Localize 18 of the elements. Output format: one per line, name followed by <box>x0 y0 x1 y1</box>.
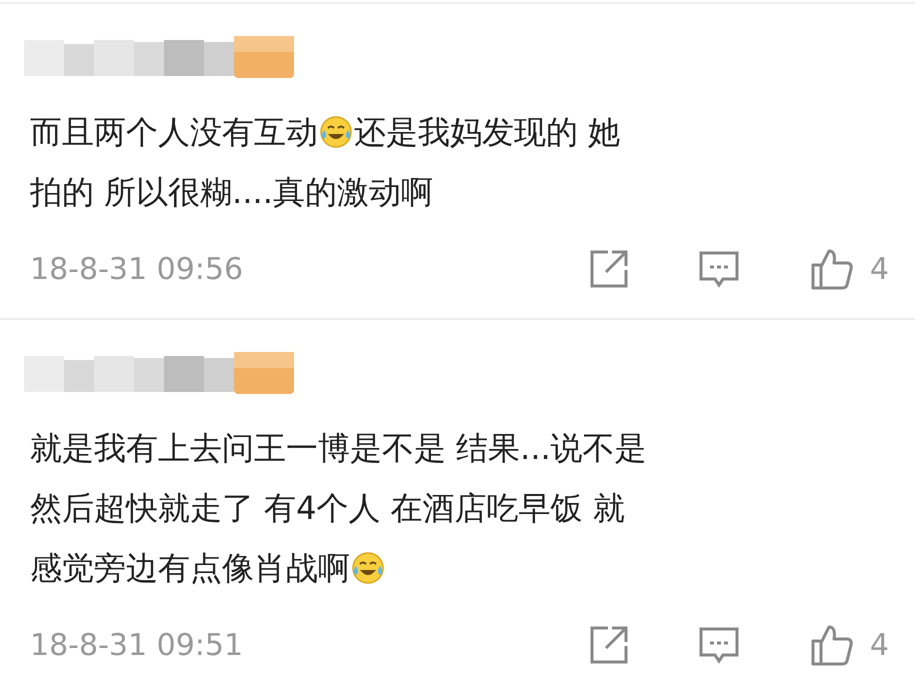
comment-text: 拍的 所以很糊....真的激动啊 <box>30 172 433 213</box>
share-icon <box>588 248 630 290</box>
comment-text: 感觉旁边有点像肖战啊 <box>30 548 350 589</box>
laughing-tears-emoji-icon <box>351 551 385 585</box>
like-button[interactable]: 4 <box>810 623 889 667</box>
thumbs-up-icon <box>810 247 854 291</box>
share-icon <box>588 624 630 666</box>
like-button[interactable]: 4 <box>810 247 889 291</box>
laughing-tears-emoji-icon <box>319 115 353 149</box>
comment-text: 就是我有上去问王一博是不是 结果...说不是 <box>30 428 647 469</box>
comment-timestamp: 18-8-31 09:51 <box>30 626 244 664</box>
comment-text: 而且两个人没有互动 <box>30 112 318 153</box>
share-button[interactable] <box>588 248 630 290</box>
comment-text: 还是我妈发现的 她 <box>354 112 620 153</box>
comment-timestamp: 18-8-31 09:56 <box>30 250 244 288</box>
share-button[interactable] <box>588 624 630 666</box>
thumbs-up-icon <box>810 623 854 667</box>
comment-text: 然后超快就走了 有4个人 在酒店吃早饭 就 <box>30 488 625 529</box>
